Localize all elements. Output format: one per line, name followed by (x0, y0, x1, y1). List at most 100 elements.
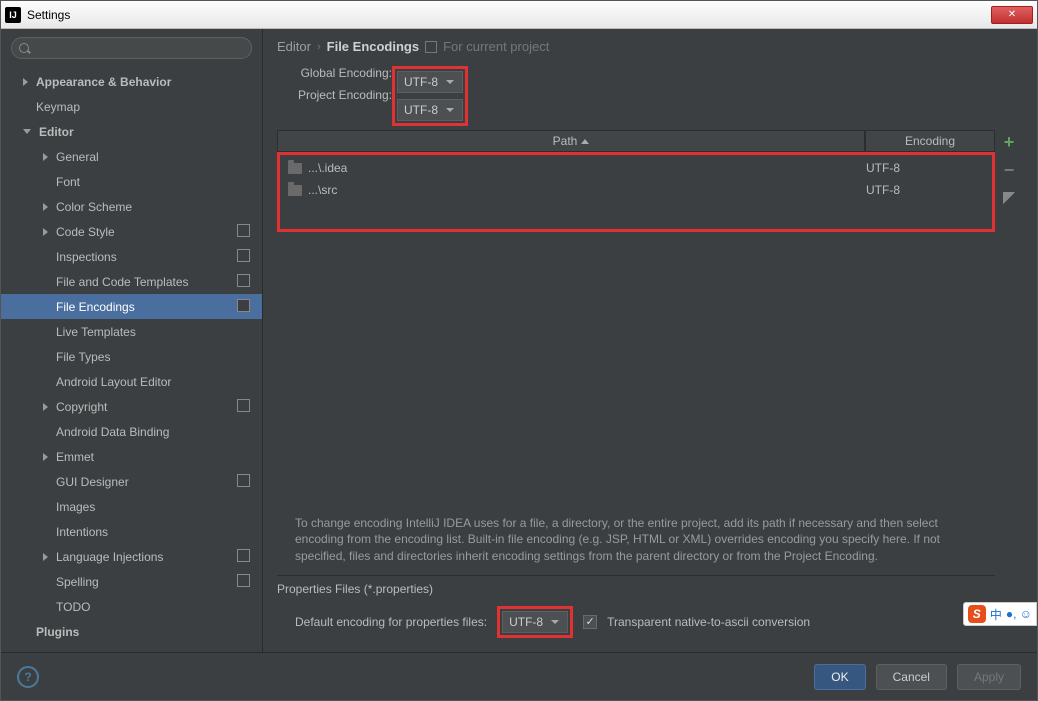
ime-s-icon: S (968, 605, 986, 623)
sidebar-item-label: GUI Designer (56, 475, 129, 489)
table-row[interactable]: ...\srcUTF-8 (282, 179, 990, 201)
sort-asc-icon (581, 139, 589, 144)
remove-button[interactable]: − (1001, 162, 1017, 178)
sidebar-item-live-templates[interactable]: Live Templates (1, 319, 262, 344)
sidebar-item-code-style[interactable]: Code Style (1, 219, 262, 244)
sidebar-item-plugins[interactable]: Plugins (1, 619, 262, 644)
sidebar-item-file-types[interactable]: File Types (1, 344, 262, 369)
apply-button[interactable]: Apply (957, 664, 1021, 690)
sidebar-item-label: File Encodings (56, 300, 135, 314)
cell-encoding: UTF-8 (860, 161, 990, 175)
sidebar-item-label: Emmet (56, 450, 94, 464)
project-scope-icon (239, 551, 250, 562)
project-encoding-value: UTF-8 (404, 103, 438, 117)
sidebar-item-label: Font (56, 175, 80, 189)
ok-button[interactable]: OK (814, 664, 865, 690)
global-encoding-combo[interactable]: UTF-8 (397, 71, 463, 93)
sidebar-item-inspections[interactable]: Inspections (1, 244, 262, 269)
table-row[interactable]: ...\.idea UTF-8 (282, 157, 990, 179)
sidebar-item-file-and-code-templates[interactable]: File and Code Templates (1, 269, 262, 294)
sidebar-item-label: Android Data Binding (56, 425, 169, 439)
project-scope-icon (425, 41, 437, 53)
sidebar-item-gui-designer[interactable]: GUI Designer (1, 469, 262, 494)
sidebar-item-intentions[interactable]: Intentions (1, 519, 262, 544)
add-button[interactable]: + (1001, 134, 1017, 150)
sidebar-item-label: Color Scheme (56, 200, 132, 214)
global-encoding-label: Global Encoding: (277, 66, 392, 80)
table-body[interactable]: ...\.idea UTF-8 ...\srcUTF-8 (277, 152, 995, 505)
project-scope-icon (239, 301, 250, 312)
properties-encoding-label: Default encoding for properties files: (295, 615, 487, 629)
cell-path: ...\src (282, 183, 860, 197)
chevron-right-icon (43, 403, 48, 411)
chevron-right-icon (43, 228, 48, 236)
sidebar: Appearance & Behavior Keymap EditorGeneral… (1, 29, 263, 652)
sidebar-item-label: Images (56, 500, 95, 514)
project-encoding-combo[interactable]: UTF-8 (397, 99, 463, 121)
sidebar-item-label: Code Style (56, 225, 115, 239)
sidebar-item-file-encodings[interactable]: File Encodings (1, 294, 262, 319)
window-title: Settings (27, 8, 70, 22)
project-scope-icon (239, 576, 250, 587)
settings-window: IJ Settings ✕ Appearance & Behavior Keyma… (0, 0, 1038, 701)
global-encoding-value: UTF-8 (404, 75, 438, 89)
table-header: Path Encoding (277, 130, 995, 152)
transparent-ascii-checkbox[interactable] (583, 615, 597, 629)
sidebar-item-label: TODO (56, 600, 90, 614)
properties-encoding-combo[interactable]: UTF-8 (502, 611, 568, 633)
ime-extra-icon: ●, ☺ (1006, 607, 1032, 621)
sidebar-item-editor[interactable]: Editor (1, 119, 262, 144)
sidebar-item-font[interactable]: Font (1, 169, 262, 194)
folder-icon (288, 185, 302, 196)
project-scope-icon (239, 401, 250, 412)
sidebar-item-general[interactable]: General (1, 144, 262, 169)
dialog-footer: ? OK Cancel Apply (1, 652, 1037, 700)
project-scope-icon (239, 476, 250, 487)
sidebar-item-label: Keymap (36, 100, 80, 114)
sidebar-item-android-data-binding[interactable]: Android Data Binding (1, 419, 262, 444)
sidebar-item-keymap[interactable]: Keymap (1, 94, 262, 119)
sidebar-item-android-layout-editor[interactable]: Android Layout Editor (1, 369, 262, 394)
edit-button[interactable] (1001, 190, 1017, 206)
table-toolbar: + − (995, 130, 1023, 652)
search-input[interactable] (11, 37, 252, 59)
sidebar-item-todo[interactable]: TODO (1, 594, 262, 619)
ime-lang: 中 (990, 606, 1002, 623)
sidebar-item-color-scheme[interactable]: Color Scheme (1, 194, 262, 219)
sidebar-item-spelling[interactable]: Spelling (1, 569, 262, 594)
project-scope-icon (239, 226, 250, 237)
sidebar-item-images[interactable]: Images (1, 494, 262, 519)
chevron-right-icon: › (317, 41, 321, 53)
project-scope-icon (239, 251, 250, 262)
path-text: ...\src (308, 183, 337, 197)
sidebar-item-label: Inspections (56, 250, 117, 264)
chevron-right-icon (43, 153, 48, 161)
cancel-button[interactable]: Cancel (876, 664, 947, 690)
chevron-right-icon (23, 78, 28, 86)
sidebar-item-copyright[interactable]: Copyright (1, 394, 262, 419)
cell-path: ...\.idea (282, 161, 860, 175)
highlight-table-rows: ...\.idea UTF-8 ...\srcUTF-8 (277, 152, 995, 232)
sidebar-item-label: Intentions (56, 525, 108, 539)
titlebar: IJ Settings ✕ (1, 1, 1037, 29)
chevron-down-icon (446, 108, 454, 112)
column-path[interactable]: Path (277, 130, 865, 152)
sidebar-item-appearance-behavior[interactable]: Appearance & Behavior (1, 69, 262, 94)
help-button[interactable]: ? (17, 666, 39, 688)
sidebar-item-label: Plugins (36, 625, 79, 639)
breadcrumb-parent: Editor (277, 39, 311, 54)
content-panel: Editor › File Encodings For current proj… (263, 29, 1037, 652)
ime-badge: S 中 ●, ☺ (963, 602, 1037, 626)
sidebar-item-emmet[interactable]: Emmet (1, 444, 262, 469)
sidebar-item-label: Android Layout Editor (56, 375, 171, 389)
chevron-down-icon (446, 80, 454, 84)
sidebar-item-language-injections[interactable]: Language Injections (1, 544, 262, 569)
close-button[interactable]: ✕ (991, 6, 1033, 24)
breadcrumb: Editor › File Encodings For current proj… (277, 39, 1023, 54)
column-encoding[interactable]: Encoding (865, 130, 995, 152)
project-scope-icon (239, 276, 250, 287)
path-text: ...\.idea (308, 161, 347, 175)
chevron-right-icon (43, 203, 48, 211)
project-encoding-label: Project Encoding: (277, 88, 392, 102)
settings-tree[interactable]: Appearance & Behavior Keymap EditorGeneral… (1, 67, 262, 652)
